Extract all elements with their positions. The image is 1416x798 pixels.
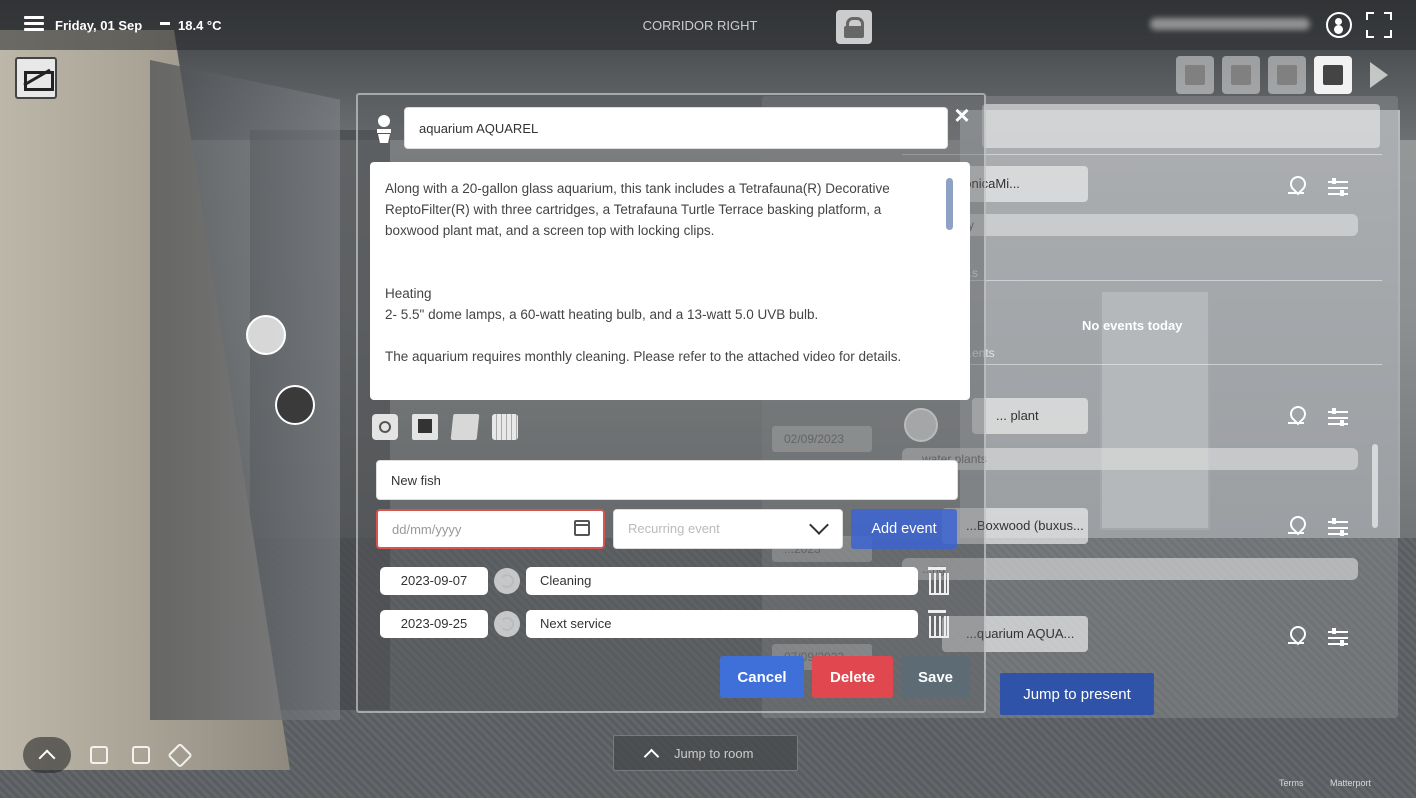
event-date[interactable]: 2023-09-25	[380, 610, 488, 638]
save-button[interactable]: Save	[901, 656, 970, 698]
dollhouse-icon[interactable]	[86, 742, 110, 766]
settings-sliders-icon[interactable]	[1328, 178, 1348, 196]
lightbulb-icon[interactable]	[1222, 56, 1260, 94]
event-row: 2023-09-25 Next service	[380, 610, 960, 638]
top-bar: Friday, 01 Sep 18.4 °C CORRIDOR RIGHT	[0, 0, 1416, 50]
plant-icon	[377, 115, 391, 143]
cancel-button[interactable]: Cancel	[720, 656, 804, 698]
no-events-label: No events today	[1082, 318, 1183, 333]
location-label: CORRIDOR RIGHT	[642, 18, 758, 33]
chat-icon[interactable]	[1176, 56, 1214, 94]
recurring-icon[interactable]	[494, 611, 520, 637]
event-name[interactable]: Cleaning	[526, 567, 918, 595]
plant-hotspot-icon[interactable]	[275, 385, 315, 425]
event-name[interactable]: Next service	[526, 610, 918, 638]
camera-icon[interactable]	[372, 414, 398, 440]
event-date[interactable]: 2023-09-07	[380, 567, 488, 595]
settings-sliders-icon[interactable]	[1328, 628, 1348, 646]
description-scrollbar[interactable]	[946, 178, 953, 230]
documents-icon[interactable]	[450, 414, 480, 440]
event-date-input[interactable]: dd/mm/yyyy	[376, 509, 605, 549]
add-event-button[interactable]: Add event	[851, 509, 957, 549]
floorplan-toggle-icon[interactable]	[15, 57, 57, 99]
user-name-blurred	[1150, 18, 1310, 30]
location-pin-icon[interactable]	[1288, 406, 1304, 426]
terms-link[interactable]: Terms	[1279, 778, 1304, 788]
title-input[interactable]	[404, 107, 948, 149]
separator	[160, 22, 170, 25]
description-paragraph: Along with a 20-gallon glass aquarium, t…	[385, 181, 890, 238]
delete-button[interactable]: Delete	[812, 656, 893, 698]
temperature-label: 18.4 °C	[178, 18, 222, 33]
event-row: 2023-09-07 Cleaning	[380, 567, 960, 595]
documents-icon[interactable]	[1268, 56, 1306, 94]
panel-search-field[interactable]	[982, 104, 1380, 148]
date-picker-icon[interactable]	[574, 520, 590, 536]
lock-icon[interactable]	[836, 10, 872, 44]
description-heading: Heating	[385, 286, 432, 301]
user-icon[interactable]	[1326, 12, 1352, 38]
recurring-icon[interactable]	[494, 568, 520, 594]
matterport-logo[interactable]: Matterport	[1330, 778, 1371, 788]
media-toolbar	[372, 414, 518, 440]
calendar-icon[interactable]	[1314, 56, 1352, 94]
event-name-input[interactable]	[376, 460, 958, 500]
recurring-select[interactable]: Recurring event	[613, 509, 843, 549]
description-paragraph: 2- 5.5" dome lamps, a 60-watt heating bu…	[385, 307, 819, 322]
close-icon[interactable]: ×	[950, 102, 974, 128]
trash-icon[interactable]	[926, 610, 949, 638]
panel-item-title[interactable]: ... plant	[972, 398, 1088, 434]
date-label: Friday, 01 Sep	[55, 18, 143, 33]
fullscreen-icon[interactable]	[1366, 12, 1392, 38]
tool-icons	[1176, 56, 1398, 94]
jump-to-room-button[interactable]: Jump to room	[613, 735, 798, 771]
floorplan-icon[interactable]	[128, 742, 152, 766]
video-icon[interactable]	[412, 414, 438, 440]
jump-to-present-button[interactable]: Jump to present	[1000, 673, 1154, 715]
description-paragraph: The aquarium requires monthly cleaning. …	[385, 349, 902, 364]
location-pin-icon[interactable]	[1288, 626, 1304, 646]
door-frame	[150, 60, 340, 720]
calendar-icon[interactable]	[492, 414, 518, 440]
play-icon[interactable]	[1360, 56, 1398, 94]
menu-icon[interactable]	[24, 16, 44, 32]
settings-sliders-icon[interactable]	[1328, 518, 1348, 536]
expand-controls-button[interactable]	[23, 737, 71, 773]
location-pin-icon[interactable]	[1288, 176, 1304, 196]
location-pin-icon[interactable]	[1288, 516, 1304, 536]
trash-icon[interactable]	[926, 567, 949, 595]
panel-scrollbar[interactable]	[1372, 444, 1378, 528]
description-textarea[interactable]: Along with a 20-gallon glass aquarium, t…	[370, 162, 970, 400]
settings-sliders-icon[interactable]	[1328, 408, 1348, 426]
tv-hotspot-icon[interactable]	[246, 315, 286, 355]
